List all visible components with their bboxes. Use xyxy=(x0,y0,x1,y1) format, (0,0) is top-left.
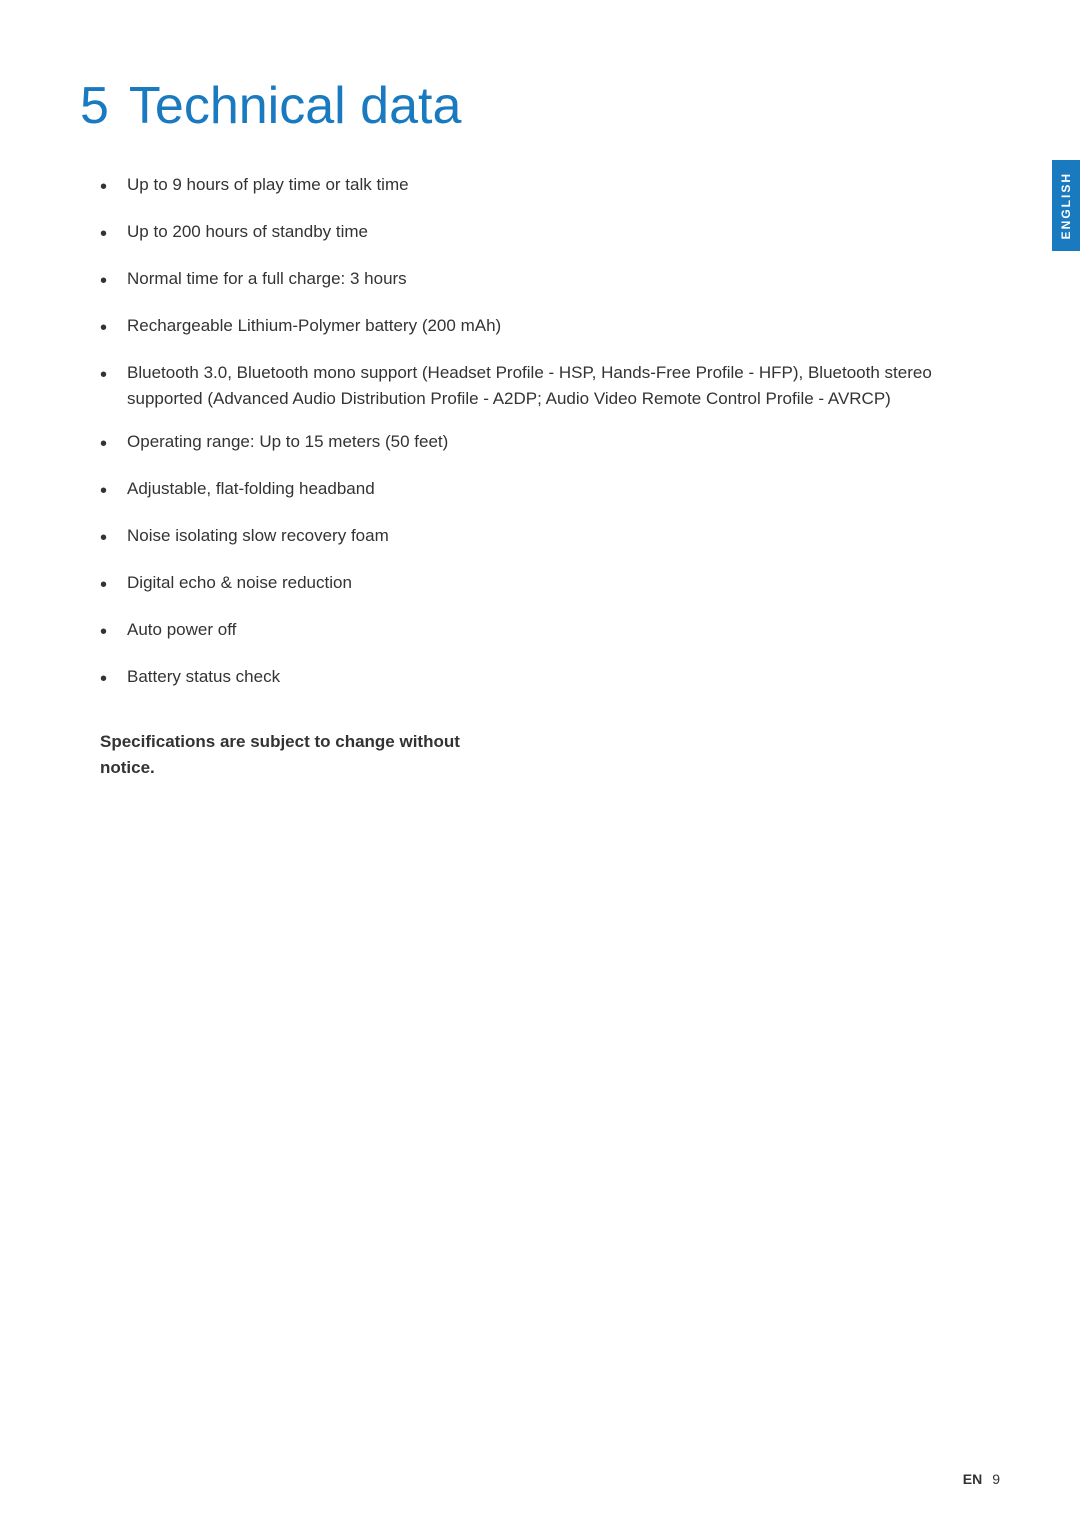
bullet-text: Up to 200 hours of standby time xyxy=(127,219,940,245)
sidebar-language-label: English xyxy=(1059,172,1073,239)
bullet-list: • Up to 9 hours of play time or talk time… xyxy=(100,172,940,693)
list-item: • Normal time for a full charge: 3 hours xyxy=(100,266,940,295)
bullet-text: Normal time for a full charge: 3 hours xyxy=(127,266,940,292)
footer-area: EN 9 xyxy=(963,1471,1000,1487)
list-item: • Operating range: Up to 15 meters (50 fe… xyxy=(100,429,940,458)
bullet-dot-icon: • xyxy=(100,524,107,552)
bullet-text: Auto power off xyxy=(127,617,940,643)
list-item: • Auto power off xyxy=(100,617,940,646)
bullet-text: Battery status check xyxy=(127,664,940,690)
bullet-dot-icon: • xyxy=(100,361,107,389)
list-item: • Digital echo & noise reduction xyxy=(100,570,940,599)
page-container: English 5 Technical data • Up to 9 hours … xyxy=(0,0,1080,1527)
bullet-dot-icon: • xyxy=(100,477,107,505)
footer-page-number: 9 xyxy=(992,1471,1000,1487)
bullet-dot-icon: • xyxy=(100,571,107,599)
bullet-dot-icon: • xyxy=(100,665,107,693)
list-item: • Bluetooth 3.0, Bluetooth mono support (… xyxy=(100,360,940,411)
bullet-dot-icon: • xyxy=(100,267,107,295)
content-area: • Up to 9 hours of play time or talk time… xyxy=(80,172,1000,780)
list-item: • Rechargeable Lithium-Polymer battery (2… xyxy=(100,313,940,342)
bullet-dot-icon: • xyxy=(100,314,107,342)
list-item: • Battery status check xyxy=(100,664,940,693)
bullet-dot-icon: • xyxy=(100,618,107,646)
section-number: 5 xyxy=(80,80,109,132)
sidebar-language-tab: English xyxy=(1052,160,1080,251)
bullet-dot-icon: • xyxy=(100,430,107,458)
bullet-text: Up to 9 hours of play time or talk time xyxy=(127,172,940,198)
section-heading: Technical data xyxy=(129,80,461,132)
bullet-dot-icon: • xyxy=(100,173,107,201)
list-item: • Adjustable, flat-folding headband xyxy=(100,476,940,505)
bullet-text: Operating range: Up to 15 meters (50 fee… xyxy=(127,429,940,455)
bullet-text: Digital echo & noise reduction xyxy=(127,570,940,596)
bullet-text: Rechargeable Lithium-Polymer battery (20… xyxy=(127,313,940,339)
list-item: • Noise isolating slow recovery foam xyxy=(100,523,940,552)
bullet-text: Noise isolating slow recovery foam xyxy=(127,523,940,549)
list-item: • Up to 9 hours of play time or talk time xyxy=(100,172,940,201)
list-item: • Up to 200 hours of standby time xyxy=(100,219,940,248)
bullet-text: Bluetooth 3.0, Bluetooth mono support (H… xyxy=(127,360,940,411)
bullet-dot-icon: • xyxy=(100,220,107,248)
specifications-note: Specifications are subject to change wit… xyxy=(100,729,480,780)
bullet-text: Adjustable, flat-folding headband xyxy=(127,476,940,502)
section-title-area: 5 Technical data xyxy=(80,60,1000,132)
footer-language: EN xyxy=(963,1471,982,1487)
